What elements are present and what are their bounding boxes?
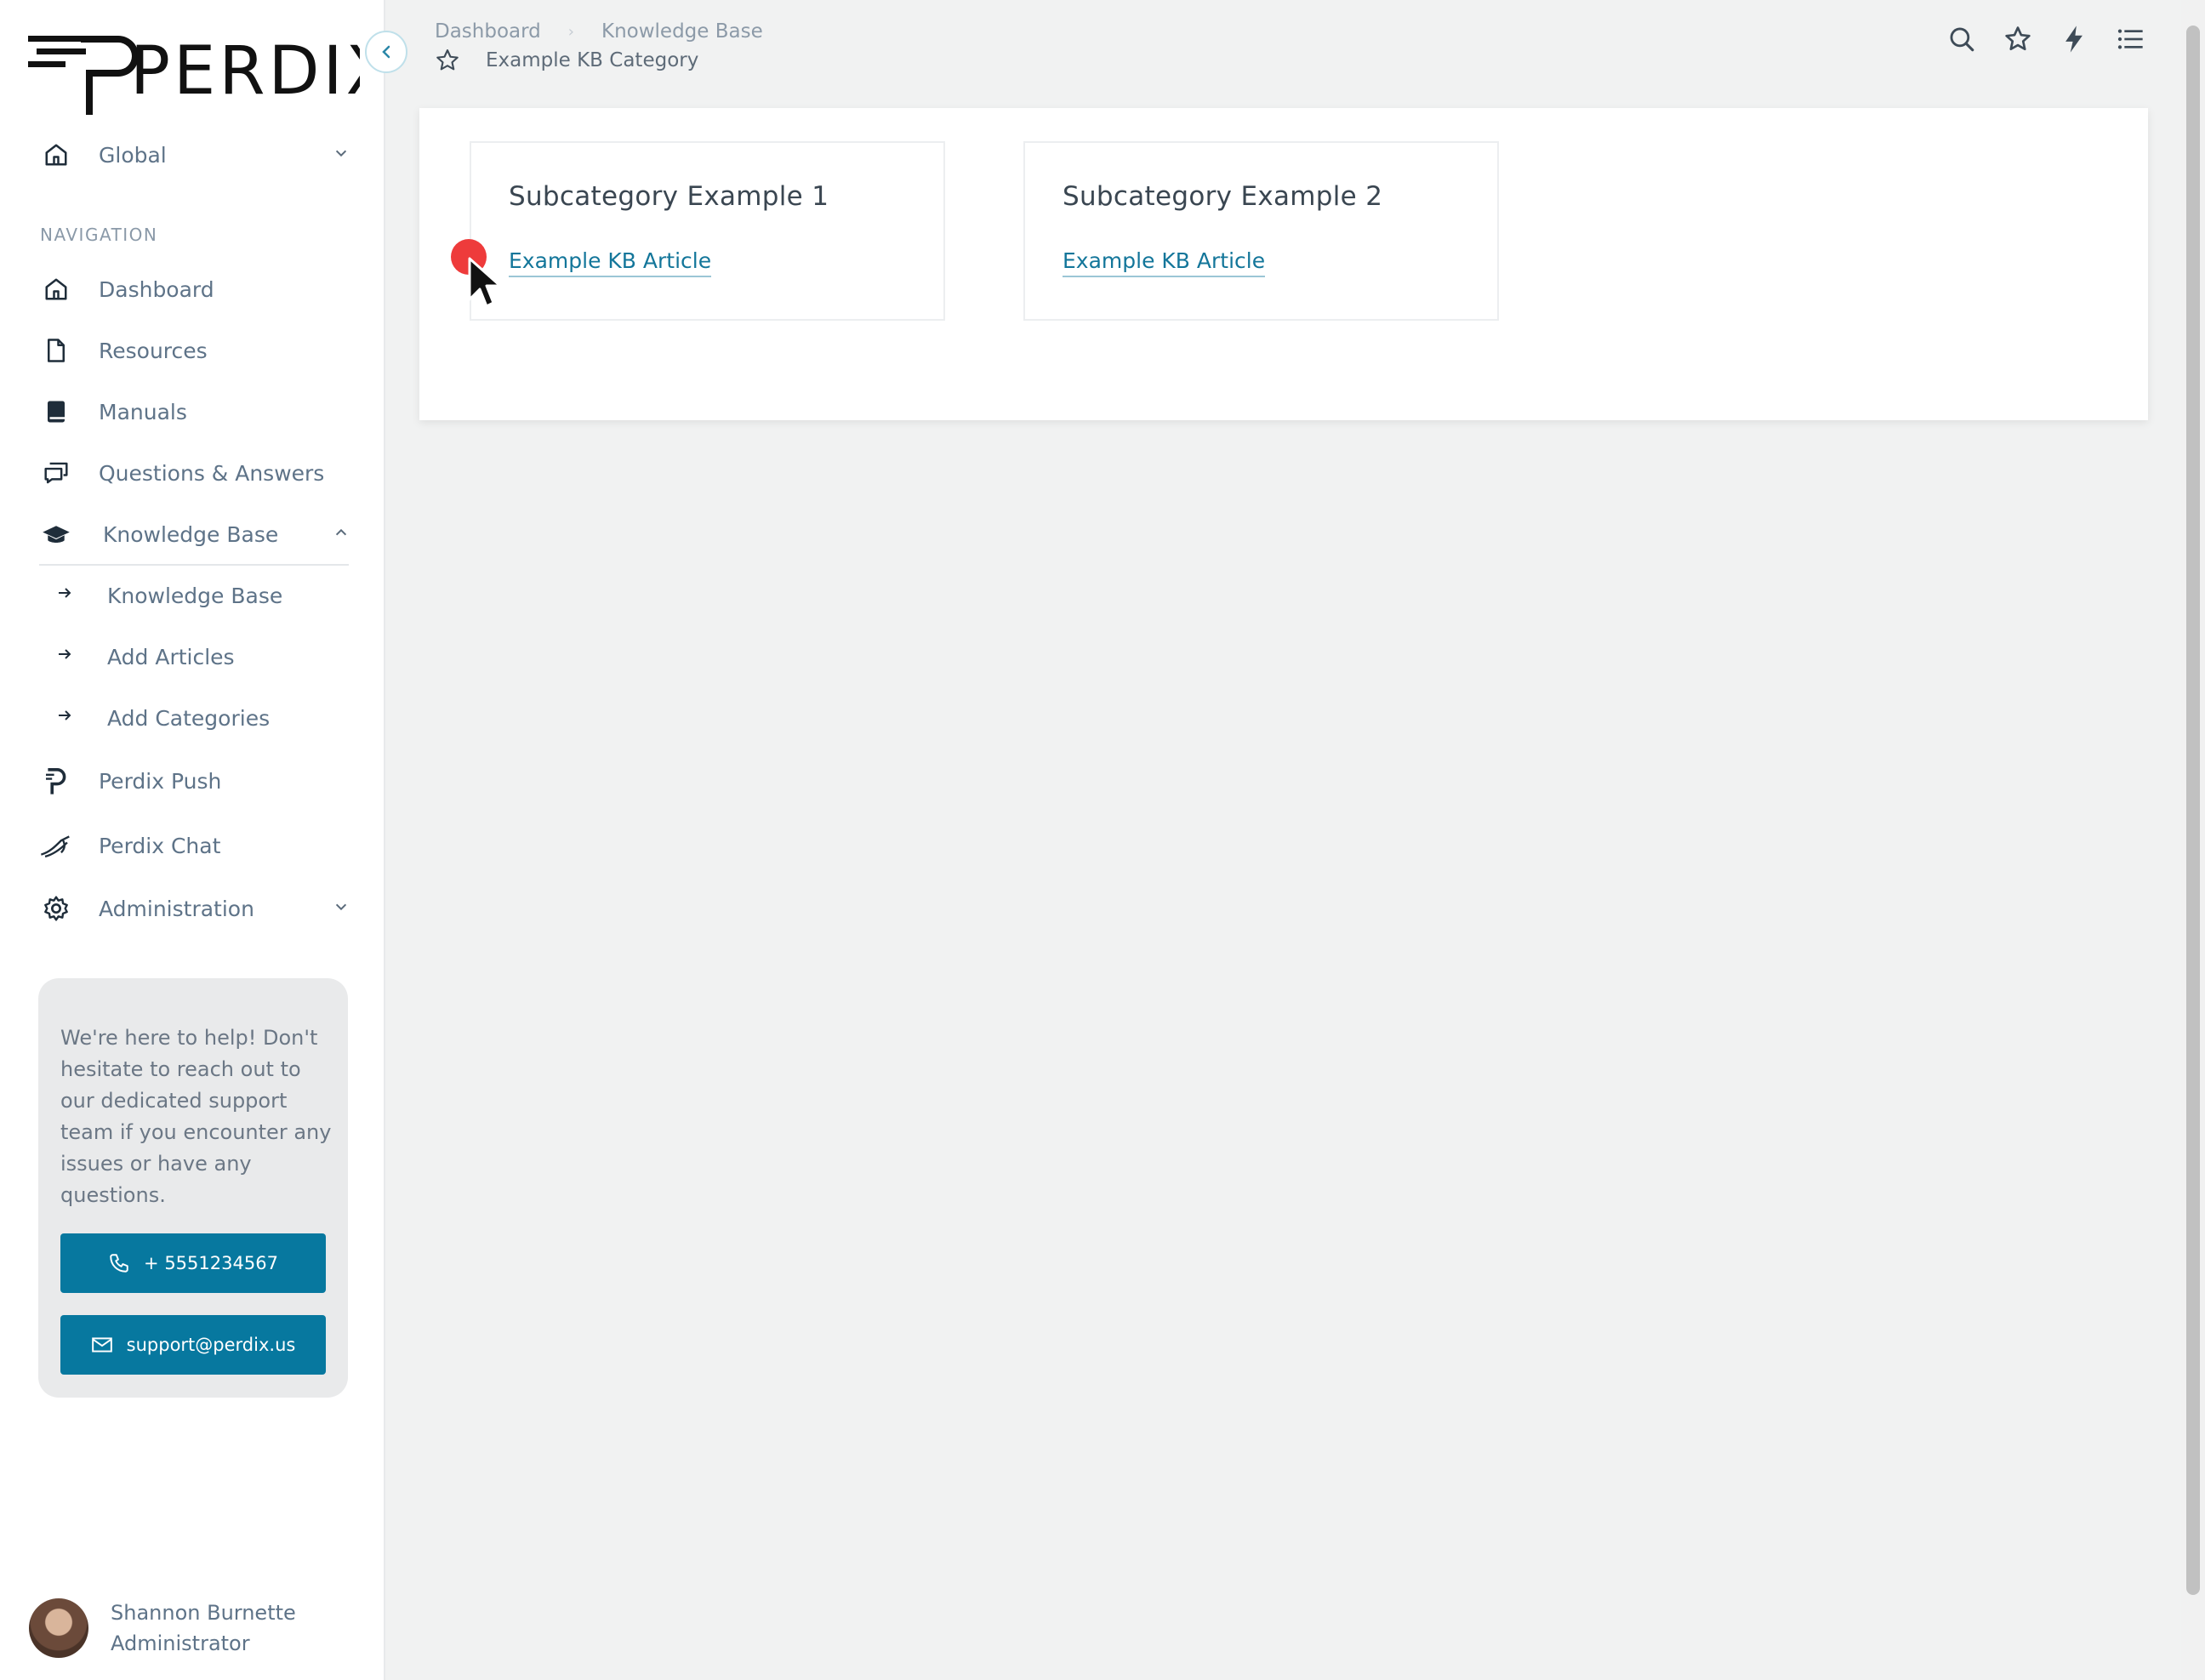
graduation-cap-icon bbox=[39, 517, 73, 551]
mouse-cursor-icon bbox=[468, 257, 502, 308]
sidebar-item-knowledge-base[interactable]: Knowledge Base bbox=[39, 510, 349, 558]
sidebar-subitem-label: Add Categories bbox=[107, 705, 271, 731]
user-role: Administrator bbox=[111, 1632, 250, 1655]
divider bbox=[39, 564, 349, 566]
sidebar-subitem-add-categories[interactable]: Add Categories bbox=[56, 694, 349, 742]
logo-text: PERDIX bbox=[130, 33, 360, 110]
subcategory-title: Subcategory Example 2 bbox=[1063, 181, 1383, 212]
mail-icon bbox=[91, 1337, 112, 1353]
chevron-right-icon: › bbox=[567, 22, 574, 41]
page-title-row: Example KB Category bbox=[435, 48, 698, 73]
sidebar-item-perdix-push[interactable]: Perdix Push bbox=[39, 757, 349, 805]
chevron-up-icon bbox=[333, 525, 349, 544]
sidebar-item-dashboard[interactable]: Dashboard bbox=[39, 265, 349, 313]
sidebar-item-questions-answers[interactable]: Questions & Answers bbox=[39, 449, 349, 497]
email-button[interactable]: support@perdix.us bbox=[60, 1315, 326, 1375]
sidebar-subitem-label: Knowledge Base bbox=[107, 583, 283, 608]
phone-icon bbox=[110, 1254, 128, 1273]
sidebar: PERDIX Global NAVIGATION Dashboard Resou… bbox=[0, 0, 407, 1680]
navigation-section-title: NAVIGATION bbox=[40, 225, 158, 245]
arrow-right-icon bbox=[56, 584, 77, 607]
sidebar-subitem-knowledge-base[interactable]: Knowledge Base bbox=[56, 572, 349, 619]
perdix-push-icon bbox=[39, 764, 73, 798]
sidebar-item-resources[interactable]: Resources bbox=[39, 327, 349, 374]
sidebar-item-perdix-chat[interactable]: Perdix Chat bbox=[39, 822, 349, 869]
file-icon bbox=[39, 333, 73, 367]
workspace-selector[interactable]: Global bbox=[39, 131, 349, 179]
sidebar-item-label: Perdix Push bbox=[99, 768, 222, 794]
breadcrumb-item-knowledge-base[interactable]: Knowledge Base bbox=[601, 20, 763, 43]
favorite-star-icon[interactable] bbox=[435, 48, 460, 73]
search-button[interactable] bbox=[1946, 20, 1977, 58]
collapse-sidebar-button[interactable] bbox=[365, 31, 407, 73]
quick-actions-button[interactable] bbox=[2059, 20, 2089, 58]
search-icon bbox=[1950, 27, 1974, 52]
article-link[interactable]: Example KB Article bbox=[1063, 247, 1266, 277]
workspace-label: Global bbox=[99, 142, 167, 168]
sidebar-item-label: Administration bbox=[99, 896, 254, 921]
arrow-right-icon bbox=[56, 646, 77, 668]
book-icon bbox=[39, 395, 73, 429]
list-menu-button[interactable] bbox=[2115, 20, 2145, 58]
subcategory-card: Subcategory Example 2 Example KB Article bbox=[1023, 141, 1499, 321]
bird-icon bbox=[39, 829, 73, 863]
sidebar-subitem-add-articles[interactable]: Add Articles bbox=[56, 633, 349, 681]
perdix-logo[interactable]: PERDIX bbox=[28, 26, 360, 115]
support-text: We're here to help! Don't hesitate to re… bbox=[60, 1026, 332, 1207]
sidebar-item-label: Manuals bbox=[99, 399, 187, 424]
lightning-icon bbox=[2065, 26, 2082, 53]
scrollbar-thumb[interactable] bbox=[2186, 26, 2200, 1595]
sidebar-item-label: Dashboard bbox=[99, 276, 214, 302]
home-icon bbox=[39, 138, 73, 172]
subcategory-panel: Subcategory Example 1 Example KB Article… bbox=[419, 108, 2148, 420]
favorites-button[interactable] bbox=[2003, 20, 2033, 58]
sidebar-subitem-label: Add Articles bbox=[107, 644, 235, 669]
user-profile[interactable]: Shannon Burnette Administrator bbox=[29, 1597, 296, 1659]
star-icon bbox=[2005, 26, 2031, 51]
arrow-right-icon bbox=[56, 707, 77, 729]
phone-number: + 5551234567 bbox=[144, 1253, 278, 1273]
sidebar-item-administration[interactable]: Administration bbox=[39, 885, 349, 932]
article-link[interactable]: Example KB Article bbox=[509, 247, 712, 277]
avatar[interactable] bbox=[29, 1598, 88, 1658]
chevron-left-icon bbox=[382, 45, 390, 59]
support-box: We're here to help! Don't hesitate to re… bbox=[38, 978, 348, 1398]
list-icon bbox=[2117, 29, 2143, 49]
sidebar-item-manuals[interactable]: Manuals bbox=[39, 388, 349, 436]
phone-button[interactable]: + 5551234567 bbox=[60, 1233, 326, 1293]
gear-icon bbox=[39, 891, 73, 925]
home-icon bbox=[39, 272, 73, 306]
chevron-down-icon bbox=[333, 145, 349, 164]
breadcrumb-item-dashboard[interactable]: Dashboard bbox=[435, 20, 541, 43]
header-toolbar bbox=[1946, 20, 2145, 58]
sidebar-item-label: Knowledge Base bbox=[103, 521, 279, 547]
sidebar-item-label: Questions & Answers bbox=[99, 460, 325, 486]
chevron-down-icon bbox=[333, 899, 349, 918]
sidebar-item-label: Perdix Chat bbox=[99, 833, 221, 858]
chat-icon bbox=[39, 456, 73, 490]
page-title: Example KB Category bbox=[486, 49, 699, 71]
subcategory-title: Subcategory Example 1 bbox=[509, 181, 829, 212]
user-name: Shannon Burnette bbox=[111, 1601, 296, 1625]
subcategory-card: Subcategory Example 1 Example KB Article bbox=[470, 141, 945, 321]
page-scrollbar[interactable] bbox=[2181, 0, 2205, 1680]
breadcrumb: Dashboard › Knowledge Base bbox=[435, 20, 763, 43]
support-email: support@perdix.us bbox=[126, 1335, 296, 1355]
sidebar-item-label: Resources bbox=[99, 338, 208, 363]
